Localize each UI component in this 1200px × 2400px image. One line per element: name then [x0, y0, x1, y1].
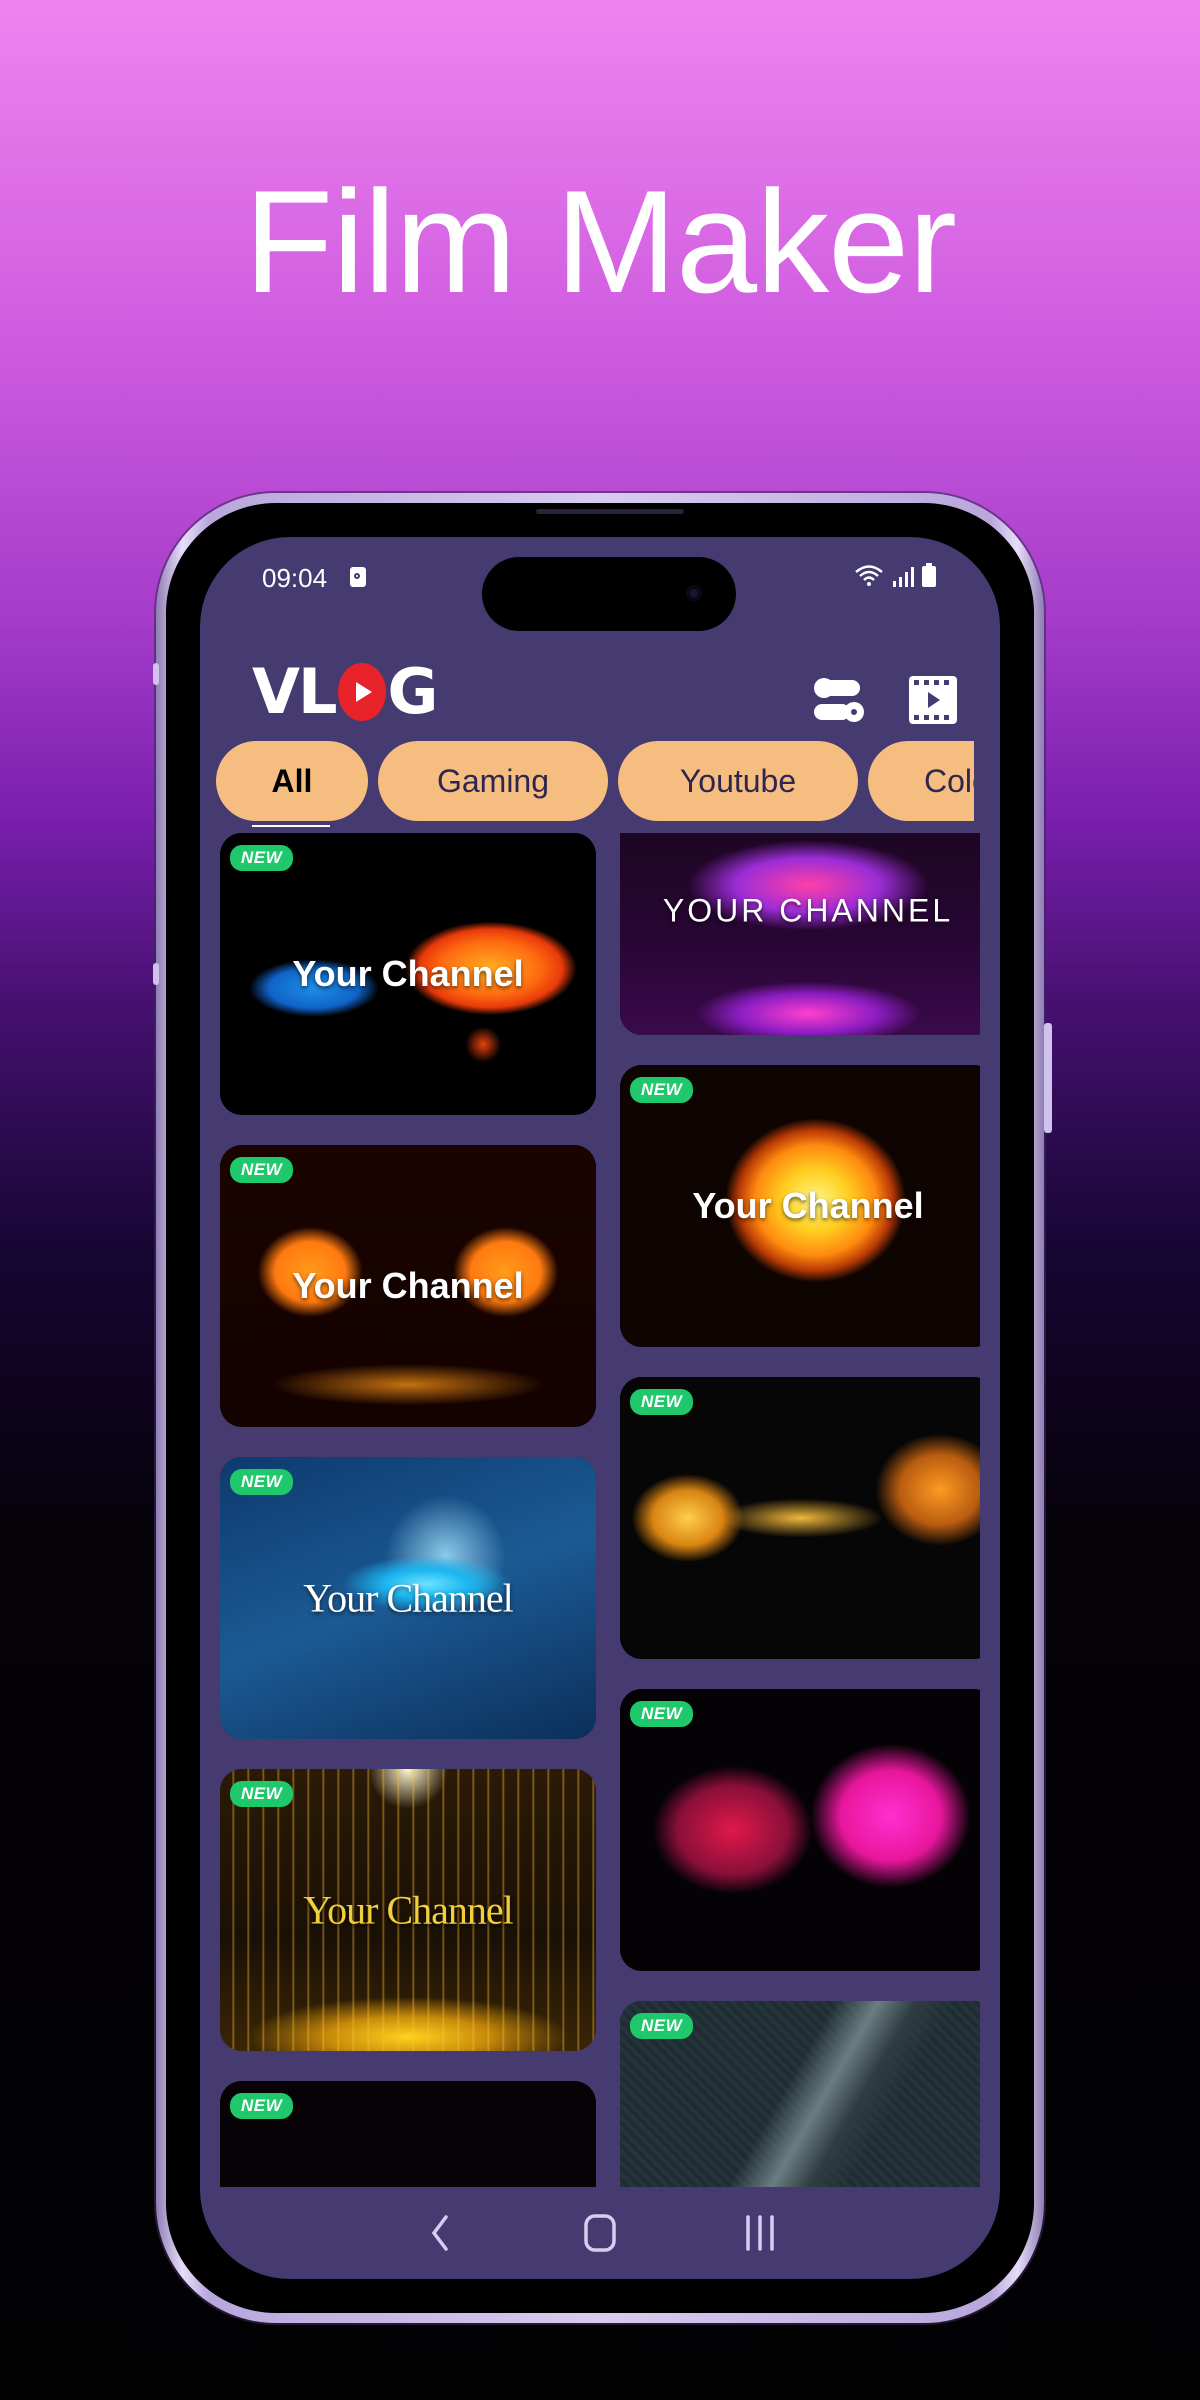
promo-title: Film Maker [244, 160, 957, 323]
battery-icon [922, 563, 936, 587]
active-tab-indicator [252, 825, 330, 827]
tab-label: All [271, 762, 313, 799]
new-badge: NEW [230, 1157, 294, 1183]
logo-text-left: VL [252, 655, 337, 728]
template-card[interactable]: NEW [620, 2001, 980, 2187]
signal-icon [893, 567, 914, 587]
template-column-left: NEW Your Channel NEW Your Channel NEW Yo… [220, 833, 596, 2187]
tab-all[interactable]: All [216, 741, 368, 827]
template-title: Your Channel [692, 1185, 924, 1226]
recents-button[interactable] [730, 2203, 790, 2263]
new-badge: NEW [630, 1389, 694, 1415]
new-badge: NEW [630, 1701, 694, 1727]
side-button [153, 963, 159, 985]
new-badge: NEW [230, 2093, 294, 2119]
new-badge: NEW [230, 1781, 294, 1807]
recents-icon [746, 2215, 774, 2251]
template-thumbnail [620, 833, 980, 1035]
vlog-logo: VL G [252, 655, 439, 728]
template-grid: NEW Your Channel NEW Your Channel NEW Yo… [220, 833, 980, 2187]
template-card[interactable]: NEW [220, 2081, 596, 2187]
new-badge: NEW [630, 2013, 694, 2039]
template-title: Your Channel [303, 1575, 514, 1621]
speaker-grille [536, 509, 684, 514]
template-title: YOUR CHANNEL [662, 892, 954, 929]
power-button [1044, 1023, 1052, 1133]
template-title: Your Channel [292, 953, 524, 994]
tab-youtube[interactable]: Youtube [618, 741, 858, 821]
template-thumbnail [620, 1689, 980, 1971]
status-time: 09:04 [262, 563, 328, 593]
home-icon [584, 2214, 616, 2252]
notification-icon [350, 567, 366, 587]
tab-gaming[interactable]: Gaming [378, 741, 608, 821]
front-camera [686, 585, 702, 601]
template-card[interactable]: NEW Your Channel [220, 1145, 596, 1427]
tab-label: Youtube [679, 762, 797, 799]
back-button[interactable] [410, 2203, 470, 2263]
back-icon [431, 2215, 448, 2251]
category-tabs: All Gaming Youtube Color [216, 741, 974, 827]
template-card[interactable]: NEW Your Channel [220, 833, 596, 1115]
settings-button[interactable] [812, 673, 866, 727]
tab-color[interactable]: Color [868, 741, 974, 821]
new-badge: NEW [230, 1469, 294, 1495]
home-button[interactable] [570, 2203, 630, 2263]
tab-label: Color [924, 762, 974, 799]
template-title: Your Channel [292, 1265, 524, 1306]
template-card[interactable]: NEW [620, 1689, 980, 1971]
app-bar: VL G [200, 637, 1000, 737]
template-card[interactable]: NEW [620, 1377, 980, 1659]
toggle-settings-icon [814, 678, 864, 722]
status-bar: 09:04 [200, 537, 1000, 631]
template-card[interactable]: NEW Your Channel [620, 1065, 980, 1347]
template-column-right: YOUR CHANNEL NEW Your Channel NEW NEW NE… [620, 833, 980, 2187]
template-card[interactable]: YOUR CHANNEL [620, 833, 980, 1035]
template-card[interactable]: NEW Your Channel [220, 1457, 596, 1739]
my-videos-button[interactable] [906, 673, 960, 727]
logo-text-right: G [387, 655, 439, 728]
video-library-icon [909, 676, 957, 724]
status-icons [854, 563, 936, 587]
wifi-icon [855, 565, 883, 586]
template-thumbnail [620, 1377, 980, 1659]
play-button-icon [337, 663, 386, 721]
tab-label: Gaming [436, 762, 550, 799]
template-card[interactable]: NEW Your Channel [220, 1769, 596, 2051]
phone-frame: 09:04 VL G All Gaming Youtube Col NEW Yo… [153, 493, 1052, 2323]
side-button [153, 663, 159, 685]
phone-bezel: 09:04 VL G All Gaming Youtube Col NEW Yo… [166, 503, 1034, 2313]
system-nav-bar [200, 2187, 1000, 2279]
new-badge: NEW [630, 1077, 694, 1103]
new-badge: NEW [230, 845, 294, 871]
app-screen: 09:04 VL G All Gaming Youtube Col NEW Yo… [200, 537, 1000, 2279]
dynamic-island [482, 557, 736, 631]
template-title: Your Channel [303, 1887, 514, 1933]
